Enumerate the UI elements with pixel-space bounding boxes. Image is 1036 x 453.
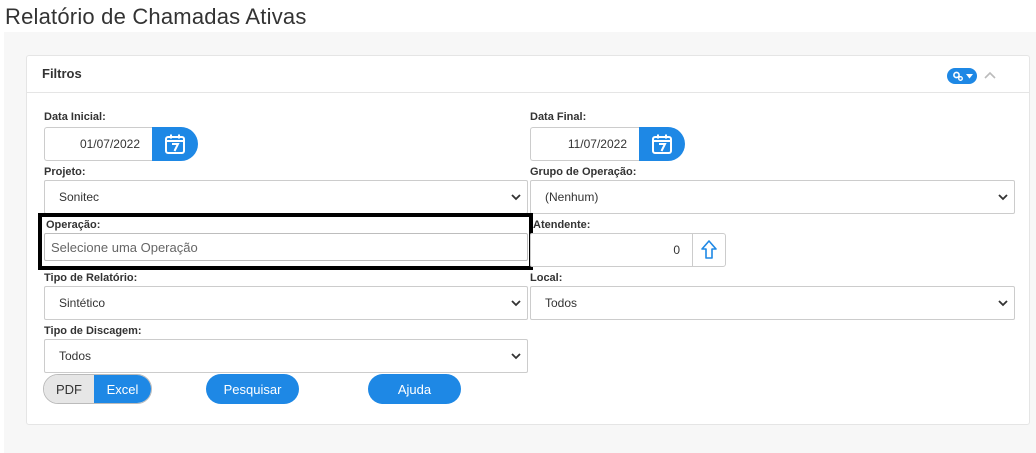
local-value: Todos: [545, 296, 578, 310]
data-final-input[interactable]: 11/07/2022: [530, 127, 639, 161]
data-inicial-label: Data Inicial:: [44, 111, 106, 123]
grupo-operacao-value: (Nenhum): [545, 190, 599, 204]
local-select[interactable]: Todos: [530, 286, 1015, 320]
data-inicial-input[interactable]: 01/07/2022: [44, 127, 152, 161]
tipo-discagem-value: Todos: [59, 349, 92, 363]
gear-menu-button[interactable]: [947, 68, 977, 84]
format-pdf-option[interactable]: PDF: [44, 375, 94, 403]
filters-title: Filtros: [42, 66, 82, 81]
data-final-label: Data Final:: [530, 111, 587, 123]
tipo-relatorio-label: Tipo de Relatório:: [44, 272, 138, 284]
local-label: Local:: [530, 272, 563, 284]
chevron-down-icon: [998, 194, 1008, 201]
page-title: Relatório de Chamadas Ativas: [5, 4, 307, 29]
tipo-discagem-label: Tipo de Discagem:: [44, 325, 142, 337]
atendente-up-button[interactable]: [692, 233, 726, 267]
calendar-icon: [652, 134, 672, 154]
grupo-operacao-label: Grupo de Operação:: [530, 166, 637, 178]
arrow-up-icon: [701, 240, 717, 259]
chevron-down-icon: [511, 300, 521, 307]
projeto-value: Sonitec: [59, 190, 100, 204]
projeto-select[interactable]: Sonitec: [44, 180, 528, 214]
chevron-down-icon: [511, 194, 521, 201]
filters-panel-header: Filtros: [27, 56, 1029, 93]
chevron-down-icon: [511, 353, 521, 360]
chevron-up-icon[interactable]: [984, 70, 996, 80]
help-button[interactable]: Ajuda: [368, 374, 461, 404]
chevron-down-icon: [998, 300, 1008, 307]
data-final-calendar-button[interactable]: [639, 127, 685, 161]
format-excel-option[interactable]: Excel: [94, 375, 151, 403]
grupo-operacao-select[interactable]: (Nenhum): [530, 180, 1015, 214]
tipo-discagem-select[interactable]: Todos: [44, 339, 528, 373]
format-toggle: PDF Excel: [43, 374, 152, 404]
operacao-highlight-box: [38, 213, 533, 270]
chevron-down-icon: [965, 73, 973, 78]
atendente-input[interactable]: 0: [530, 233, 692, 267]
gear-icon: [952, 71, 963, 81]
calendar-icon: [165, 134, 185, 154]
data-inicial-calendar-button[interactable]: [152, 127, 198, 161]
atendente-label: Atendente:: [533, 219, 591, 231]
tipo-relatorio-value: Sintético: [59, 296, 106, 310]
projeto-label: Projeto:: [44, 166, 86, 178]
tipo-relatorio-select[interactable]: Sintético: [44, 286, 528, 320]
search-button[interactable]: Pesquisar: [206, 374, 299, 404]
